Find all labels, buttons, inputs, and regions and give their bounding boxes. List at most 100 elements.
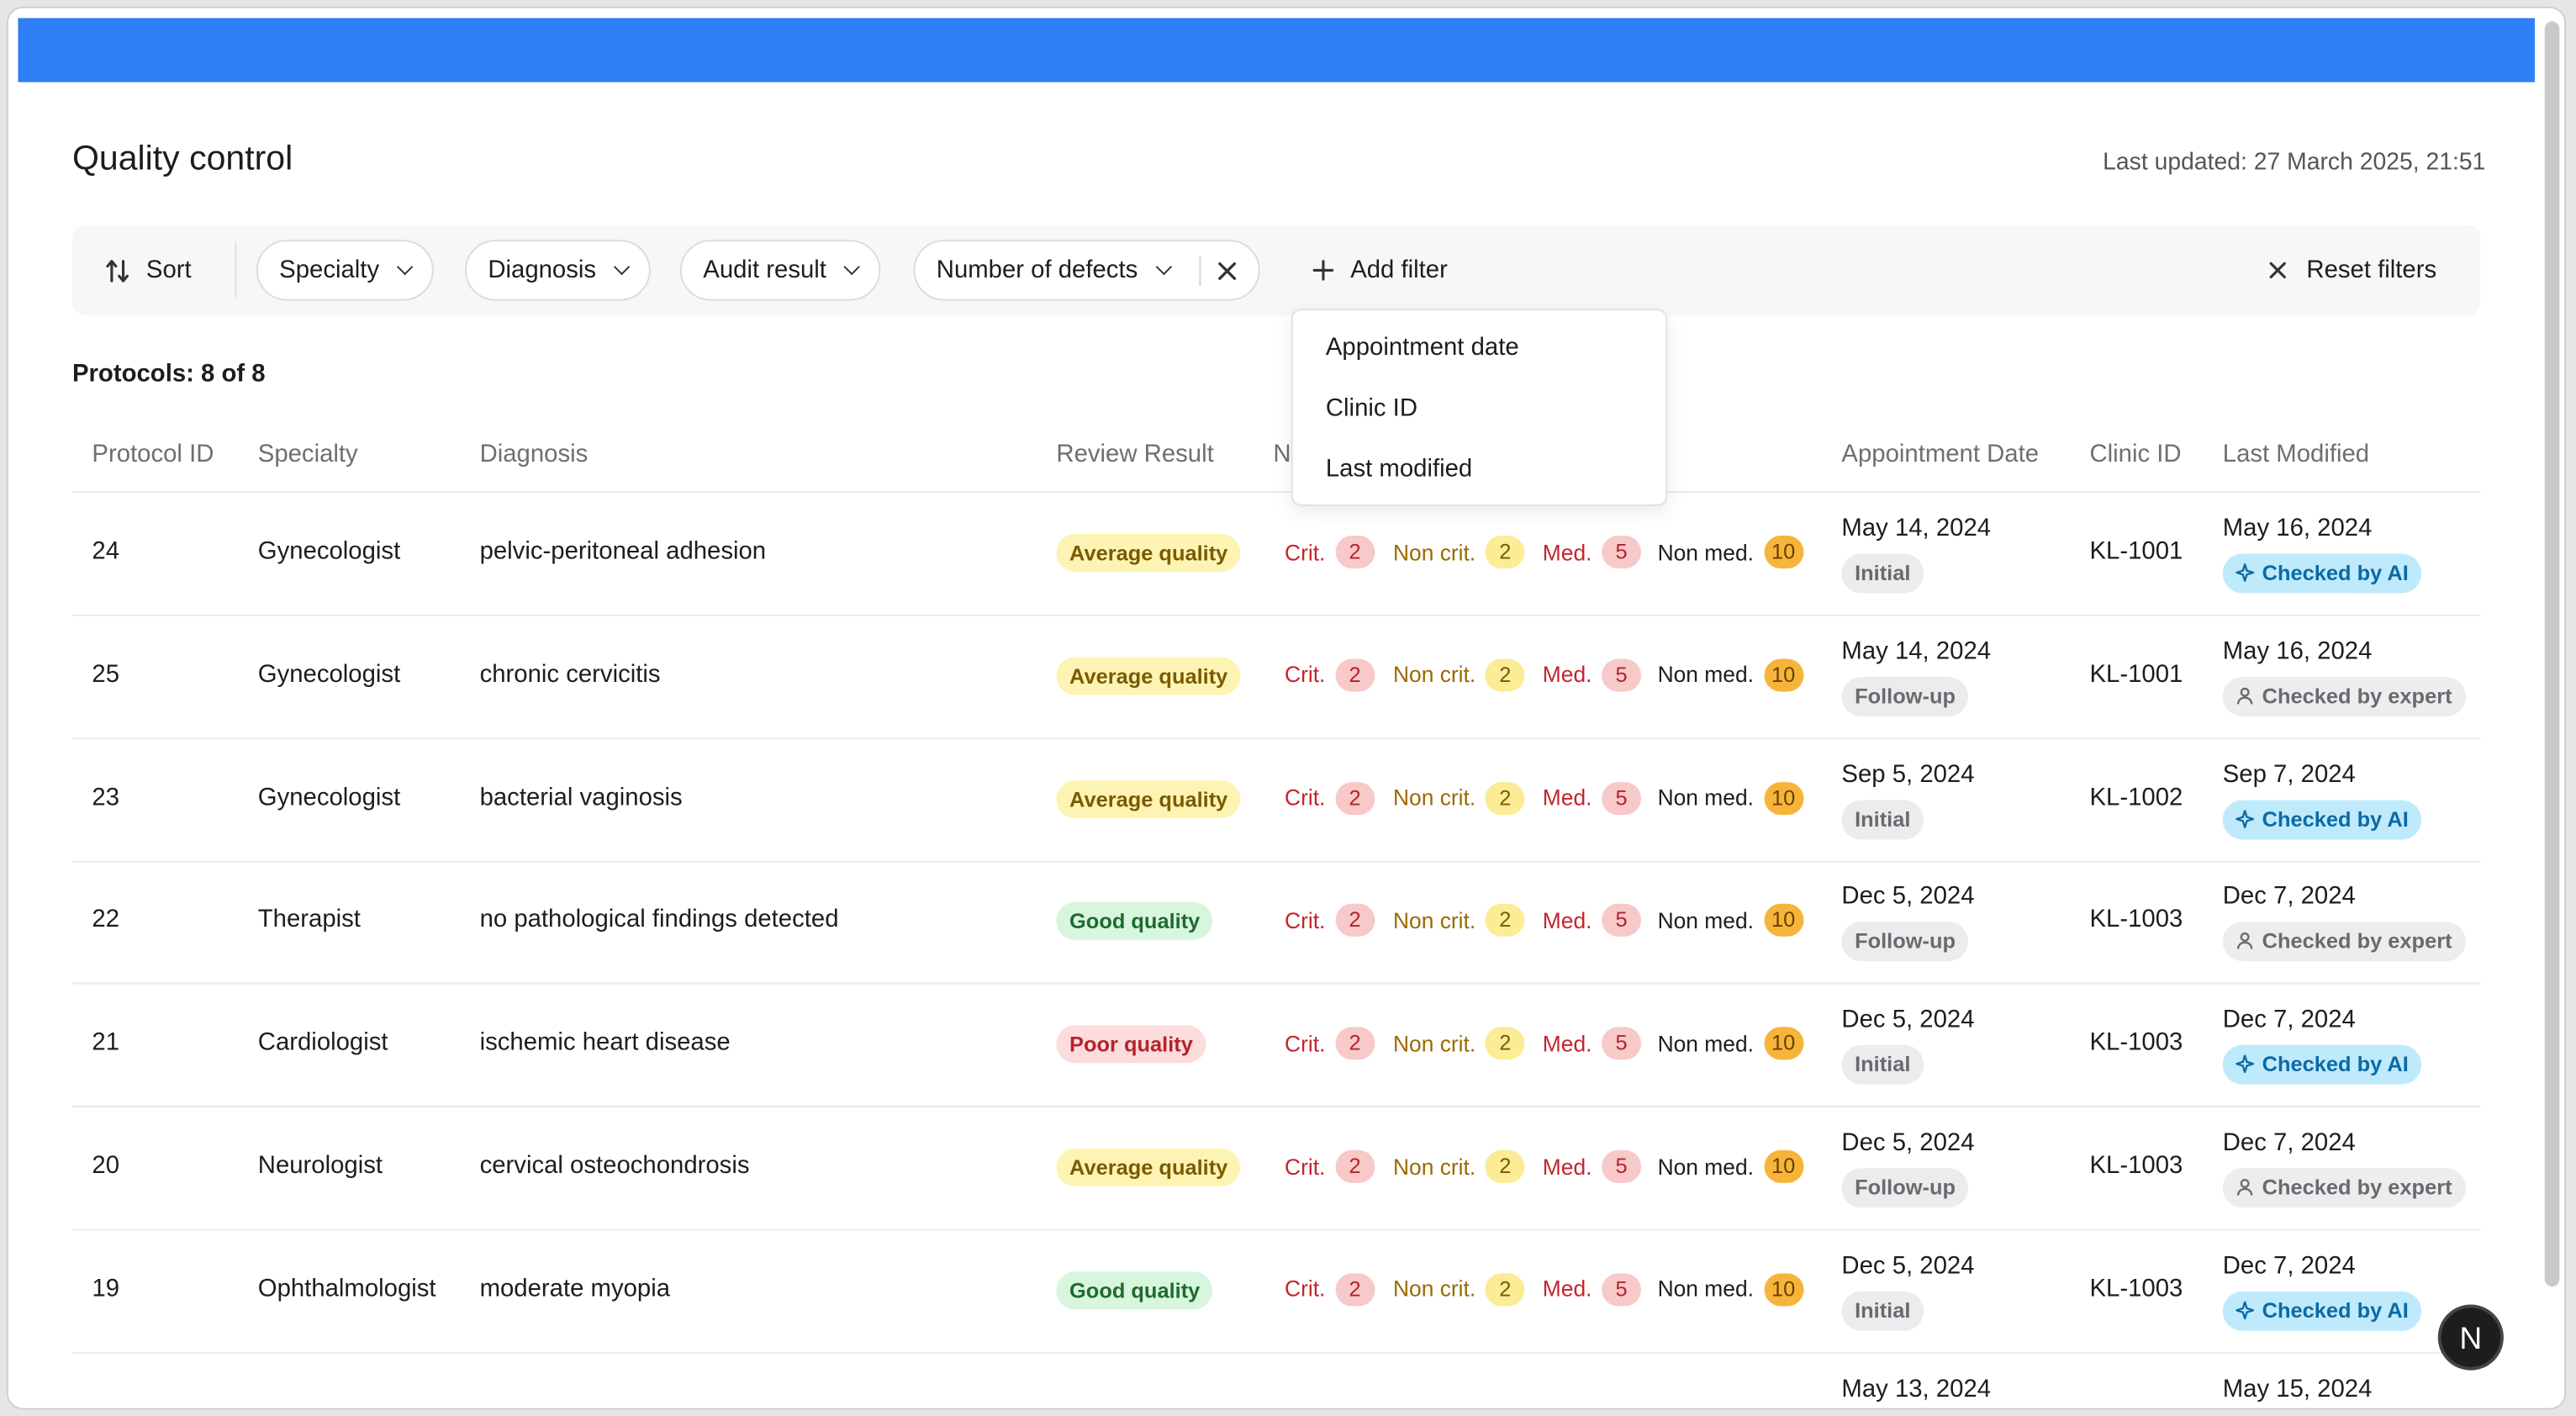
appointment-type-badge: Follow-up [1841,1168,1969,1208]
table-row[interactable]: 19 Ophthalmologist moderate myopia Good qua… [71,1230,2481,1354]
column-header[interactable]: Review Result [1056,441,1213,468]
filter-number-of-defects[interactable]: Number of defects [913,240,1259,301]
person-icon [2236,1175,2262,1199]
defect-nonmed-count: 10 [1763,536,1803,569]
last-modified-date: Dec 7, 2024 [2222,1006,2356,1034]
defect-med-label: Med. [1542,1276,1592,1302]
review-result-badge: Average quality [1056,657,1241,695]
app-root: Quality control Last updated: 27 March 2… [0,0,2576,1416]
table-row[interactable]: 23 Gynecologist bacterial vaginosis Average… [71,739,2481,863]
defect-nonmed-label: Non med. [1657,1154,1754,1179]
defect-nonmed: Non med. 10 [1657,536,1803,569]
defect-noncrit-count: 2 [1485,904,1525,938]
protocol-id: 21 [92,1028,120,1057]
person-icon [2236,929,2262,954]
diagnosis: no pathological findings detected [479,906,839,934]
defect-nonmed-label: Non med. [1657,1031,1754,1056]
defect-nonmed-count: 10 [1763,658,1803,692]
defect-nonmed-label: Non med. [1657,785,1754,811]
add-filter-button[interactable]: Add filter [1312,240,1448,300]
filter-specialty[interactable]: Specialty [256,240,434,301]
appointment-type-badge: Follow-up [1841,676,1969,716]
last-modified-date: May 15, 2024 [2222,1374,2373,1403]
filter-audit-result[interactable]: Audit result [679,240,881,301]
defect-med: Med. 5 [1542,536,1642,569]
defect-med-count: 5 [1602,536,1642,569]
defect-nonmed-label: Non med. [1657,539,1754,565]
sort-button[interactable]: Sort [105,240,192,300]
table-row[interactable]: 24 Gynecologist pelvic-peritoneal adhesion… [71,493,2481,616]
defect-med-label: Med. [1542,539,1592,565]
reset-filters-button[interactable]: Reset filters [2268,240,2436,300]
defect-crit-count: 2 [1335,1149,1375,1183]
defect-nonmed-label: Non med. [1657,663,1754,688]
defect-med: Med. 5 [1543,1027,1642,1060]
table-row[interactable]: May 13, 2024 May 15, 2024 [72,1353,2481,1408]
chevron-down-icon [613,257,631,275]
defect-noncrit-label: Non crit. [1392,1276,1476,1302]
sparkle-icon [2233,1297,2262,1322]
defect-nonmed-count: 10 [1763,1027,1803,1060]
defect-noncrit: Non crit. 2 [1393,904,1525,938]
defect-noncrit-count: 2 [1485,1272,1525,1307]
protocol-id: 20 [92,1151,120,1180]
table-row[interactable]: 21 Cardiologist ischemic heart disease Poor… [71,985,2481,1108]
column-header[interactable]: Appointment Date [1841,441,2039,468]
defect-noncrit-label: Non crit. [1392,663,1476,688]
dropdown-item-clinic-id[interactable]: Clinic ID [1293,378,1666,438]
defect-crit-count: 2 [1335,781,1375,815]
column-header[interactable]: Protocol ID [92,441,214,468]
defect-med-label: Med. [1542,785,1592,811]
close-icon[interactable] [1217,261,1236,280]
check-status-badge: Checked by expert [2222,922,2466,962]
table-row[interactable]: 22 Therapist no pathological findings dete… [71,862,2481,985]
reset-filters-label: Reset filters [2306,256,2437,285]
appointment-date: Dec 5, 2024 [1841,1251,1975,1280]
add-filter-label: Add filter [1350,256,1448,285]
defect-noncrit-count: 2 [1485,1149,1525,1183]
dropdown-item-last-modified[interactable]: Last modified [1293,439,1666,499]
add-filter-dropdown: Appointment date Clinic ID Last modified [1291,309,1668,506]
filter-diagnosis[interactable]: Diagnosis [464,240,651,301]
filter-audit-result-label: Audit result [703,256,826,285]
diagnosis: moderate myopia [479,1274,671,1303]
sparkle-icon [2233,560,2262,584]
defect-nonmed: Non med. 10 [1658,1272,1803,1307]
protocols-count: Protocols: 8 of 8 [71,359,266,388]
table-row[interactable]: 25 Gynecologist chronic cervicitis Average … [71,616,2481,739]
check-status-badge: Checked by AI [2222,1291,2422,1331]
defect-med-count: 5 [1602,1272,1642,1307]
defect-crit: Crit. 2 [1285,1027,1375,1060]
check-status-badge: Checked by AI [2222,553,2422,594]
clinic-id: KL-1003 [2089,1028,2183,1057]
defect-noncrit-count: 2 [1485,658,1525,692]
diagnosis: cervical osteochondrosis [479,1151,750,1180]
column-header[interactable]: N [1273,441,1291,468]
review-result-badge: Average quality [1056,779,1241,818]
scrollbar[interactable] [2544,21,2560,1287]
diagnosis: bacterial vaginosis [479,783,683,811]
defect-noncrit-label: Non crit. [1392,785,1476,811]
column-header[interactable]: Last Modified [2223,441,2369,468]
column-header[interactable]: Diagnosis [480,441,589,468]
defect-noncrit: Non crit. 2 [1392,781,1525,815]
review-result-badge: Average quality [1056,1148,1241,1186]
defect-noncrit-label: Non crit. [1392,539,1476,565]
top-bar [18,18,2536,82]
dropdown-item-appointment-date[interactable]: Appointment date [1293,317,1666,378]
appointment-date: May 14, 2024 [1841,637,1992,665]
sort-label: Sort [145,256,192,285]
review-result-badge: Good quality [1056,1271,1213,1309]
filter-bar: Sort Specialty Diagnosis Audit result Nu… [71,225,2481,316]
defect-nonmed-count: 10 [1763,904,1803,938]
review-result-badge: Good quality [1056,902,1213,941]
avatar[interactable]: N [2437,1304,2504,1371]
column-header[interactable]: Specialty [258,441,358,468]
last-updated-text: Last updated: 27 March 2025, 21:51 [2103,149,2486,177]
table-row[interactable]: 20 Neurologist cervical osteochondrosis Ave… [71,1107,2481,1231]
defect-noncrit-count: 2 [1485,781,1525,815]
column-header[interactable]: Clinic ID [2089,441,2181,468]
table-header: Protocol ID Specialty Diagnosis Review R… [71,427,2481,494]
protocol-id: 23 [92,783,120,811]
specialty: Gynecologist [257,536,401,566]
